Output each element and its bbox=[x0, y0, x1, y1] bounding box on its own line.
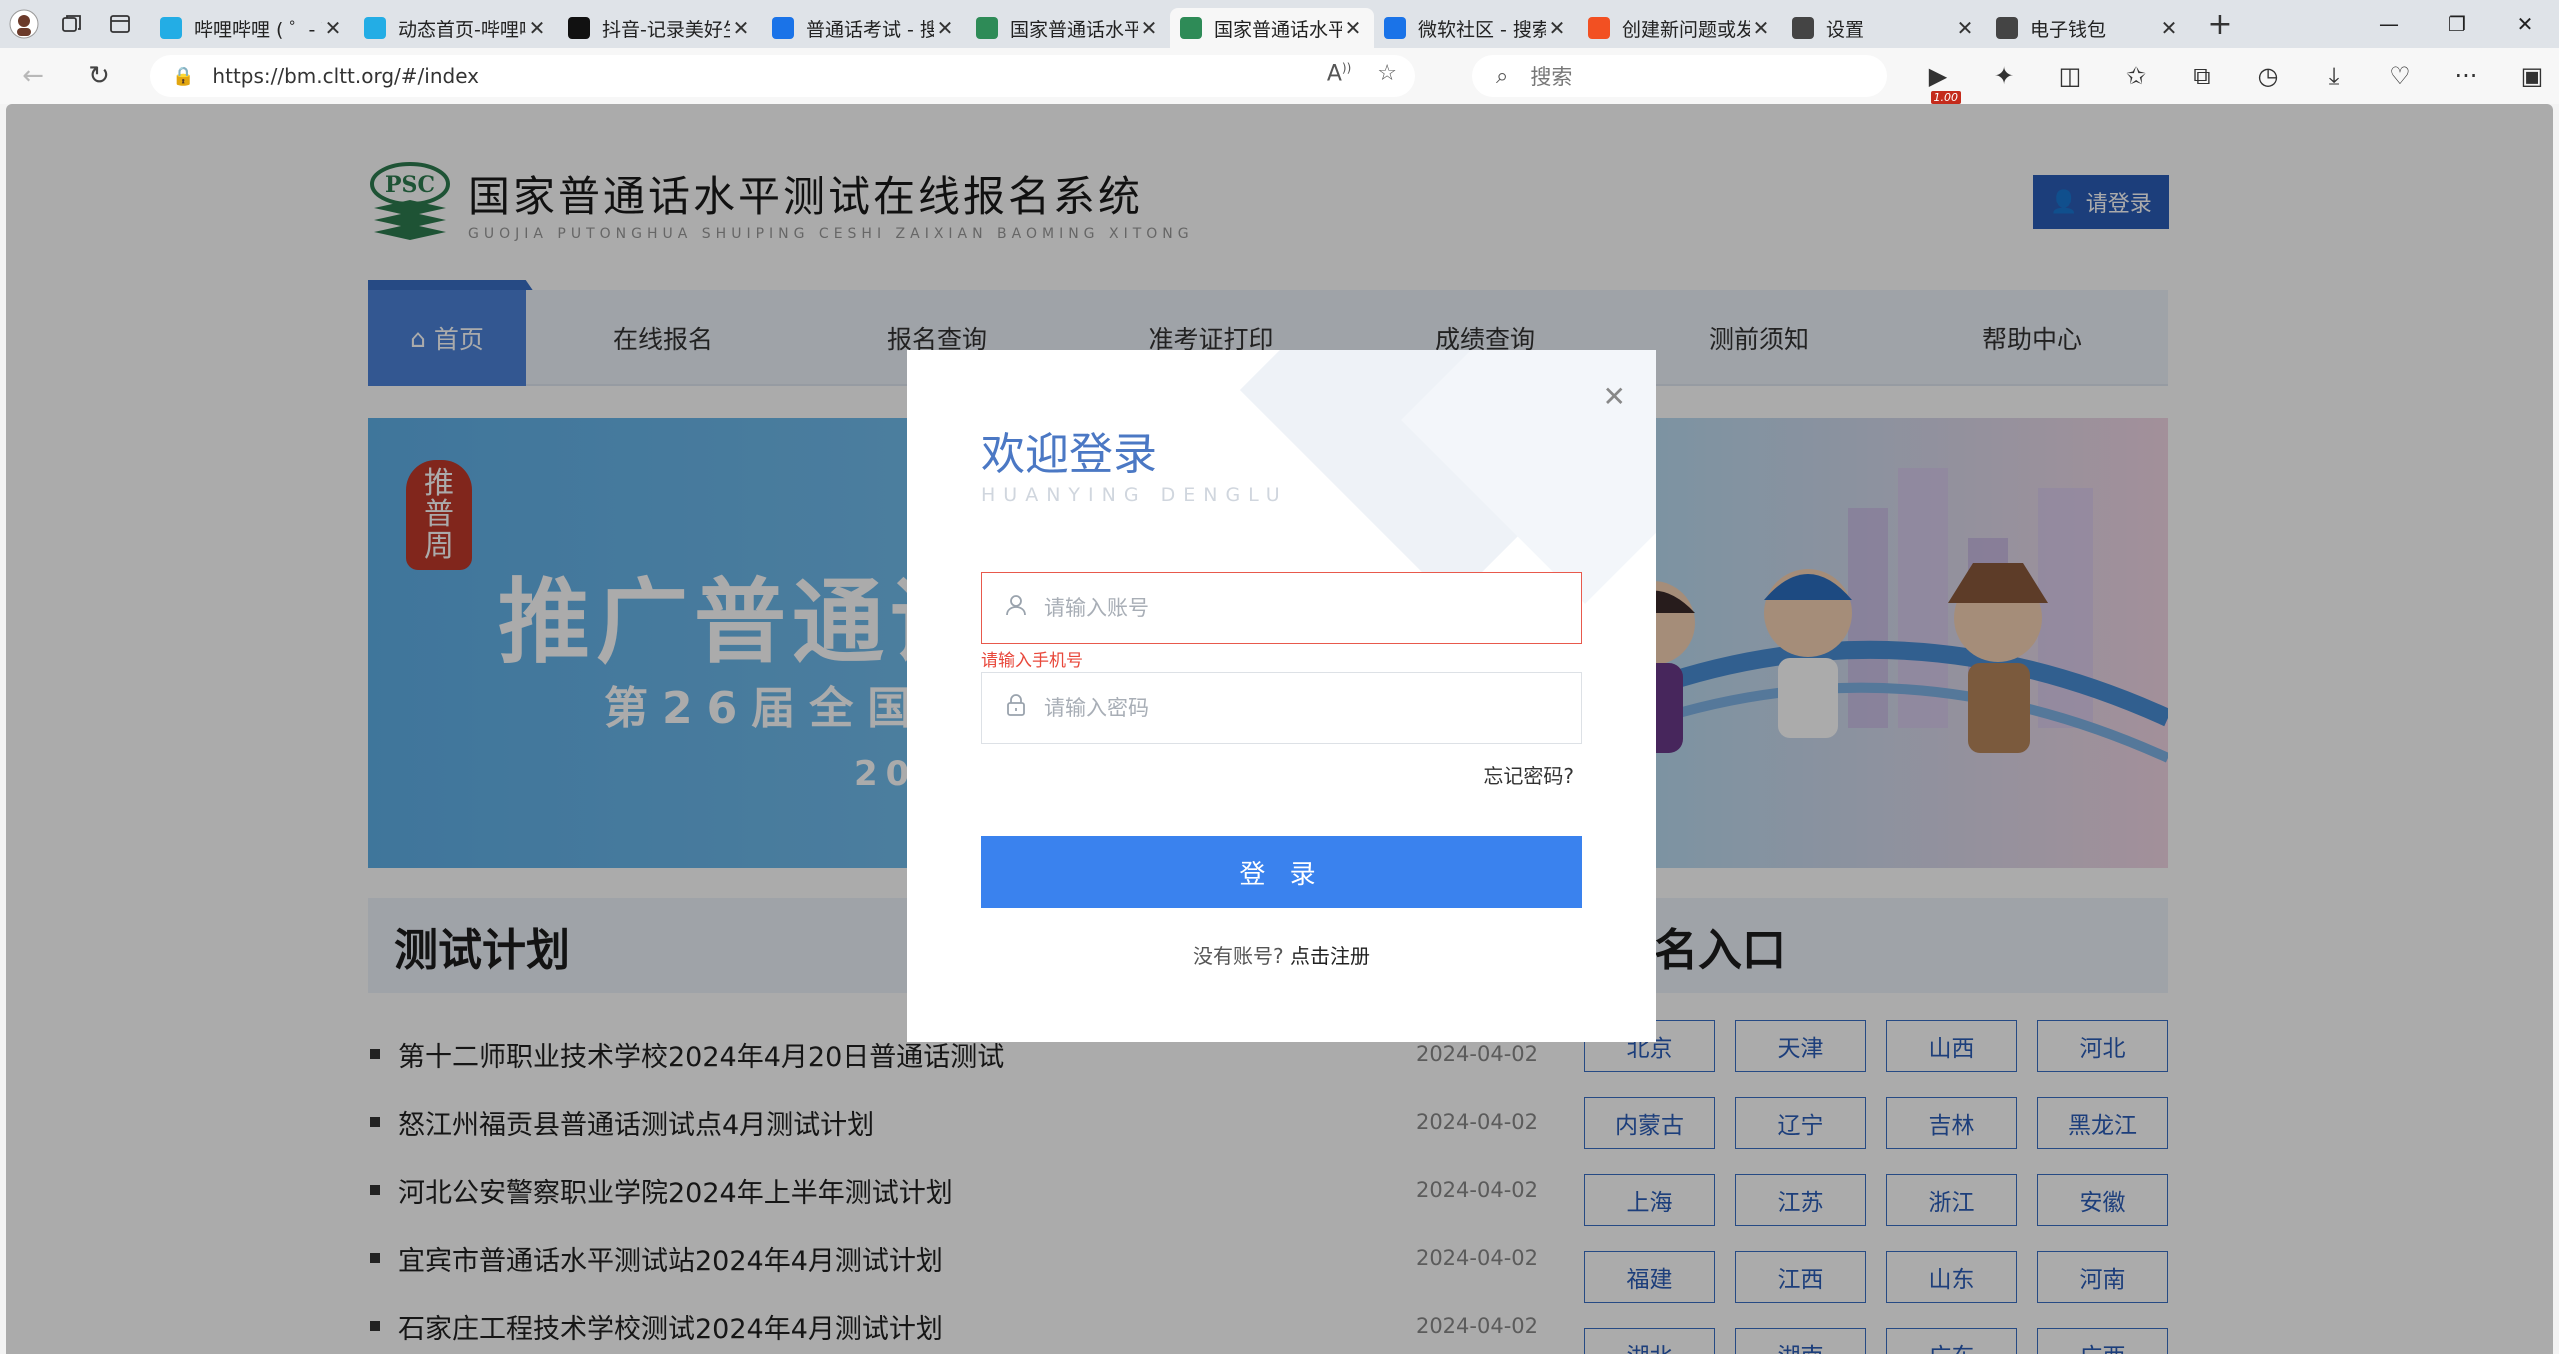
douyin-icon bbox=[568, 17, 590, 39]
search-field[interactable]: ⌕ 搜索 bbox=[1472, 55, 1887, 97]
tab-close-icon[interactable]: ✕ bbox=[526, 16, 548, 40]
browser-tab[interactable]: 微软社区 - 搜索 ✕ bbox=[1374, 8, 1578, 48]
browser-tab[interactable]: 哔哩哔哩 ( ゜- ゜)✕ bbox=[150, 8, 354, 48]
new-tab-button[interactable]: + bbox=[2196, 0, 2244, 48]
psc-icon bbox=[976, 17, 998, 39]
search-icon bbox=[1384, 17, 1406, 39]
tab-close-icon[interactable]: ✕ bbox=[1546, 16, 1568, 40]
tab-title: 电子钱包 bbox=[2030, 18, 2107, 41]
back-button[interactable]: ← bbox=[0, 48, 66, 104]
account-input[interactable] bbox=[1044, 596, 1581, 620]
tab-title: 微软社区 - 搜索 bbox=[1418, 18, 1546, 41]
tab-close-icon[interactable]: ✕ bbox=[2158, 16, 2180, 40]
address-bar[interactable]: 🔒 https://bm.cltt.org/#/index A)) ☆ bbox=[150, 55, 1415, 97]
password-input[interactable] bbox=[1044, 696, 1581, 720]
favorites-icon[interactable]: ✩ bbox=[2103, 62, 2169, 90]
more-menu-icon[interactable]: ··· bbox=[2433, 62, 2499, 90]
lock-icon bbox=[1002, 694, 1030, 722]
tab-close-icon[interactable]: ✕ bbox=[1138, 16, 1160, 40]
psc-icon bbox=[1180, 17, 1202, 39]
read-aloud-icon[interactable]: A)) bbox=[1327, 61, 1351, 86]
tab-close-icon[interactable]: ✕ bbox=[934, 16, 956, 40]
bilibili-icon bbox=[364, 17, 386, 39]
tab-actions-icon[interactable] bbox=[96, 0, 144, 48]
login-modal: ✕ 欢迎登录 HUANYING DENGLU 请输入手机号 忘记密码? 登 录 … bbox=[907, 350, 1656, 1042]
forgot-password-link[interactable]: 忘记密码? bbox=[1483, 760, 1574, 789]
tab-title: 国家普通话水平测试 bbox=[1214, 18, 1342, 41]
tab-title: 动态首页-哔哩哔哩 bbox=[398, 18, 526, 41]
account-error: 请输入手机号 bbox=[981, 651, 1083, 671]
microsoft-icon bbox=[1588, 17, 1610, 39]
browser-tab[interactable]: 抖音-记录美好生活✕ bbox=[558, 8, 762, 48]
tab-title: 国家普通话水平测试 bbox=[1010, 18, 1138, 41]
tab-title: 抖音-记录美好生活 bbox=[602, 18, 730, 41]
page-viewport: PSC 国家普通话水平测试在线报名系统 GUOJIA PUTONGHUA SHU… bbox=[6, 104, 2553, 1354]
browser-tab-bar: 哔哩哔哩 ( ゜- ゜)✕动态首页-哔哩哔哩✕抖音-记录美好生活✕普通话考试 -… bbox=[0, 0, 2559, 48]
address-bar-row: ← ↻ 🔒 https://bm.cltt.org/#/index A)) ☆ … bbox=[0, 48, 2559, 104]
password-field[interactable] bbox=[981, 672, 1582, 744]
browser-tab[interactable]: 国家普通话水平测试✕ bbox=[1170, 8, 1374, 48]
tab-close-icon[interactable]: ✕ bbox=[1342, 16, 1364, 40]
close-icon[interactable]: ✕ bbox=[1603, 380, 1626, 413]
register-link[interactable]: 点击注册 bbox=[1290, 944, 1370, 968]
extension-badge-icon[interactable]: ▶ 1.00 bbox=[1905, 62, 1971, 104]
url-text: https://bm.cltt.org/#/index bbox=[212, 64, 479, 88]
tab-close-icon[interactable]: ✕ bbox=[1750, 16, 1772, 40]
tab-close-icon[interactable]: ✕ bbox=[322, 16, 344, 40]
tab-title: 设置 bbox=[1826, 18, 1865, 41]
search-icon: ⌕ bbox=[1496, 63, 1509, 89]
login-heading: 欢迎登录 bbox=[981, 429, 1157, 480]
tab-close-icon[interactable]: ✕ bbox=[1954, 16, 1976, 40]
workspaces-icon[interactable] bbox=[48, 0, 96, 48]
split-screen-icon[interactable]: ◫ bbox=[2037, 62, 2103, 90]
downloads-icon[interactable]: ⤓ bbox=[2301, 62, 2367, 90]
tab-close-icon[interactable]: ✕ bbox=[730, 16, 752, 40]
performance-icon[interactable]: ♡ bbox=[2367, 62, 2433, 90]
refresh-button[interactable]: ↻ bbox=[66, 48, 132, 104]
extension-badge: 1.00 bbox=[1930, 91, 1961, 104]
tab-title: 普通话考试 - 搜索 bbox=[806, 18, 934, 41]
browser-tab[interactable]: 动态首页-哔哩哔哩✕ bbox=[354, 8, 558, 48]
window-controls: — ❐ ✕ bbox=[2355, 0, 2559, 48]
browser-tab[interactable]: 电子钱包 ✕ bbox=[1986, 8, 2190, 48]
profile-avatar[interactable] bbox=[0, 0, 48, 48]
register-prompt: 没有账号? 点击注册 bbox=[907, 940, 1656, 969]
browser-tab[interactable]: 创建新问题或发起讨论✕ bbox=[1578, 8, 1782, 48]
favorite-star-icon[interactable]: ☆ bbox=[1377, 61, 1397, 86]
browser-tab[interactable]: 普通话考试 - 搜索✕ bbox=[762, 8, 966, 48]
user-icon bbox=[1002, 594, 1030, 622]
close-window-button[interactable]: ✕ bbox=[2491, 0, 2559, 48]
login-submit-button[interactable]: 登 录 bbox=[981, 836, 1582, 908]
login-heading-pinyin: HUANYING DENGLU bbox=[981, 484, 1288, 506]
browser-tab[interactable]: 设置 ✕ bbox=[1782, 8, 1986, 48]
search-icon bbox=[772, 17, 794, 39]
bilibili-icon bbox=[160, 17, 182, 39]
history-icon[interactable]: ◷ bbox=[2235, 62, 2301, 90]
tab-title: 创建新问题或发起讨论 bbox=[1622, 18, 1750, 41]
search-placeholder: 搜索 bbox=[1530, 65, 1573, 89]
extensions-icon[interactable]: ✦ bbox=[1971, 62, 2037, 90]
minimize-button[interactable]: — bbox=[2355, 0, 2423, 48]
restore-button[interactable]: ❐ bbox=[2423, 0, 2491, 48]
sidebar-toggle-icon[interactable]: ▣ bbox=[2499, 62, 2559, 90]
browser-tab[interactable]: 国家普通话水平测试✕ bbox=[966, 8, 1170, 48]
wallet-icon bbox=[1996, 17, 2018, 39]
lock-icon: 🔒 bbox=[172, 65, 195, 87]
no-account-text: 没有账号? bbox=[1193, 944, 1284, 968]
tab-title: 哔哩哔哩 ( ゜- ゜) bbox=[194, 18, 322, 41]
account-field[interactable] bbox=[981, 572, 1582, 644]
collections-icon[interactable]: ⧉ bbox=[2169, 62, 2235, 90]
gear-icon bbox=[1792, 17, 1814, 39]
